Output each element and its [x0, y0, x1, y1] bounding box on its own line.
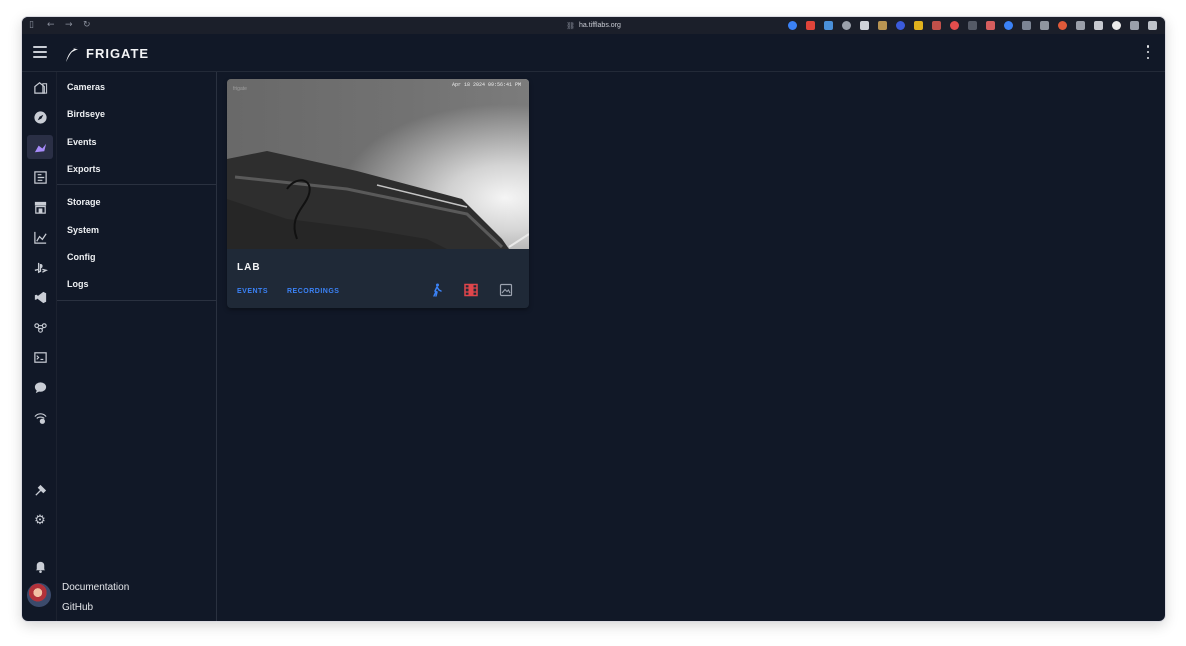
nav-item-system[interactable]: System — [67, 225, 99, 235]
settings-gear-icon[interactable]: ⚙ — [27, 508, 53, 532]
frigate-sidebar: Cameras Birdseye Events Exports Storage … — [57, 72, 217, 621]
browser-extension-icon[interactable] — [788, 21, 797, 30]
recordings-link[interactable]: RECORDINGS — [287, 288, 339, 295]
detect-toggle-person-icon[interactable] — [430, 283, 444, 297]
recordings-toggle-film-icon[interactable] — [464, 283, 478, 297]
browser-extension-icon[interactable] — [1004, 21, 1013, 30]
nav-item-storage[interactable]: Storage — [67, 197, 101, 207]
user-avatar[interactable] — [27, 583, 51, 607]
notifications-bell-icon[interactable] — [27, 554, 53, 578]
app-header: FRIGATE — [22, 34, 1165, 72]
browser-extension-icon[interactable] — [932, 21, 941, 30]
nav-divider — [57, 300, 216, 301]
more-options-icon[interactable] — [1145, 45, 1151, 59]
hamburger-menu-icon[interactable] — [33, 46, 47, 58]
vscode-icon[interactable] — [27, 285, 53, 309]
terminal-icon[interactable] — [27, 345, 53, 369]
store-icon[interactable] — [27, 195, 53, 219]
browser-extension-icon[interactable] — [806, 21, 815, 30]
nav-item-events[interactable]: Events — [67, 137, 97, 147]
nav-item-config[interactable]: Config — [67, 252, 96, 262]
browser-extension-icon[interactable] — [1058, 21, 1067, 30]
frigate-logo[interactable]: FRIGATE — [64, 43, 149, 63]
connections-icon[interactable] — [27, 315, 53, 339]
nav-item-exports[interactable]: Exports — [67, 164, 101, 174]
home-dashboard-icon[interactable] — [27, 75, 53, 99]
github-link[interactable]: GitHub — [62, 602, 93, 613]
nav-item-birdseye[interactable]: Birdseye — [67, 109, 105, 119]
camera-card: frigate Apr 18 2024 09:56:41 PM LAB EVEN… — [227, 79, 529, 308]
browser-extension-icon[interactable] — [1076, 21, 1085, 30]
browser-extension-icon[interactable] — [1094, 21, 1103, 30]
browser-extension-icon[interactable] — [1112, 21, 1121, 30]
frigate-bird-icon — [66, 46, 80, 62]
documentation-link[interactable]: Documentation — [62, 582, 129, 593]
developer-tools-hammer-icon[interactable] — [27, 478, 53, 502]
browser-extension-icon[interactable] — [896, 21, 905, 30]
events-link[interactable]: EVENTS — [237, 288, 268, 295]
nav-item-cameras[interactable]: Cameras — [67, 82, 105, 92]
browser-extension-icon[interactable] — [842, 21, 851, 30]
wifi-settings-icon[interactable] — [27, 405, 53, 429]
logbook-icon[interactable] — [27, 165, 53, 189]
extensions-toolbar — [788, 21, 1157, 30]
nav-item-logs[interactable]: Logs — [67, 279, 89, 289]
link-icon: ⛓ — [566, 22, 575, 30]
history-chart-icon[interactable] — [27, 225, 53, 249]
browser-extension-icon[interactable] — [1130, 21, 1139, 30]
camera-snapshot[interactable] — [227, 79, 529, 249]
browser-extension-icon[interactable] — [860, 21, 869, 30]
nav-divider — [57, 184, 216, 185]
icon-rail: ⚙ — [22, 72, 57, 621]
chat-icon[interactable] — [27, 375, 53, 399]
browser-extension-icon[interactable] — [968, 21, 977, 30]
browser-extension-icon[interactable] — [824, 21, 833, 30]
compass-icon[interactable] — [27, 105, 53, 129]
snapshots-toggle-image-icon[interactable] — [499, 283, 513, 297]
browser-extension-icon[interactable] — [1148, 21, 1157, 30]
snapshot-timestamp: Apr 18 2024 09:56:41 PM — [451, 82, 521, 88]
browser-extension-icon[interactable] — [914, 21, 923, 30]
browser-extension-icon[interactable] — [986, 21, 995, 30]
browser-toolbar: ▯ ← → ↻ ⛓ ha.tifflabs.org — [22, 17, 1165, 34]
browser-extension-icon[interactable] — [1040, 21, 1049, 30]
camera-name: LAB — [237, 262, 261, 273]
browser-extension-icon[interactable] — [950, 21, 959, 30]
browser-extension-icon[interactable] — [878, 21, 887, 30]
app-title: FRIGATE — [86, 45, 150, 61]
address-url: ha.tifflabs.org — [578, 22, 621, 29]
snapshot-watermark: frigate — [233, 86, 247, 92]
frigate-panel-icon[interactable] — [27, 135, 53, 159]
playstation-icon[interactable] — [27, 255, 53, 279]
browser-extension-icon[interactable] — [1022, 21, 1031, 30]
browser-window: ▯ ← → ↻ ⛓ ha.tifflabs.org FRIGATE ⚙ Came… — [22, 17, 1165, 621]
